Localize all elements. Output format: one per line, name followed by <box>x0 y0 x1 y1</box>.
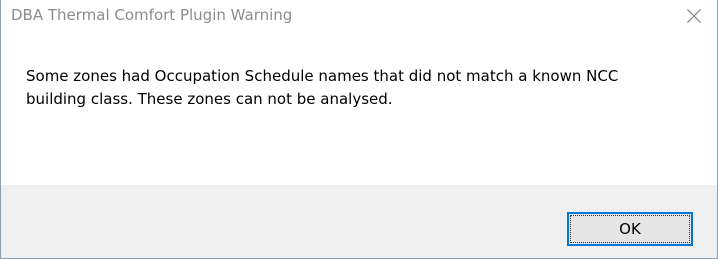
message-line-2: building class. These zones can not be a… <box>26 90 393 108</box>
close-icon <box>687 8 701 23</box>
warning-message: Some zones had Occupation Schedule names… <box>26 65 696 111</box>
ok-button[interactable]: OK <box>567 212 693 246</box>
title-bar[interactable]: DBA Thermal Comfort Plugin Warning <box>1 0 717 31</box>
window-title: DBA Thermal Comfort Plugin Warning <box>11 6 293 24</box>
ok-button-label: OK <box>619 220 641 238</box>
warning-dialog: DBA Thermal Comfort Plugin Warning Some … <box>0 0 718 259</box>
close-button[interactable] <box>671 0 717 31</box>
button-bar: OK <box>1 185 717 258</box>
message-line-1: Some zones had Occupation Schedule names… <box>26 67 619 85</box>
